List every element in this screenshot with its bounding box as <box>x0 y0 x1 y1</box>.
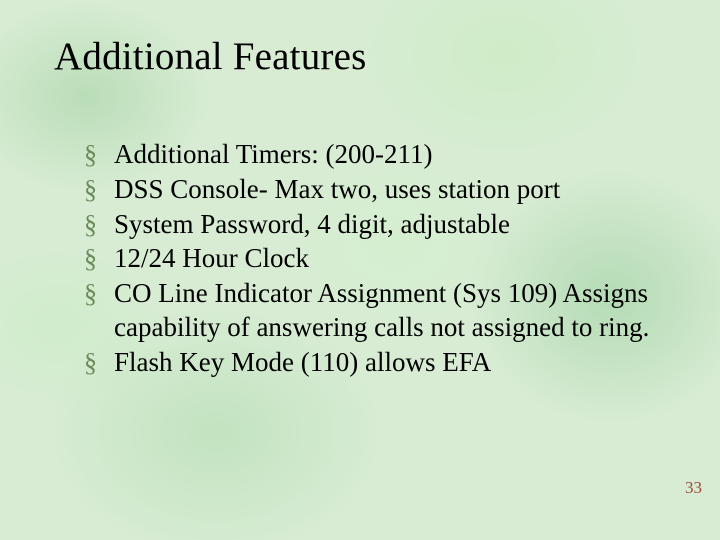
list-item-text: Additional Timers: (200-211) <box>114 138 660 172</box>
slide: Additional Features § Additional Timers:… <box>0 0 720 540</box>
slide-body: § Additional Timers: (200-211) § DSS Con… <box>84 138 660 380</box>
list-item-text: CO Line Indicator Assignment (Sys 109) A… <box>114 277 660 345</box>
page-number: 33 <box>685 478 702 498</box>
list-item-text: System Password, 4 digit, adjustable <box>114 208 660 242</box>
list-item: § 12/24 Hour Clock <box>84 242 660 276</box>
list-item: § DSS Console- Max two, uses station por… <box>84 173 660 207</box>
bullet-icon: § <box>84 277 114 310</box>
list-item-text: 12/24 Hour Clock <box>114 242 660 276</box>
bullet-icon: § <box>84 208 114 241</box>
list-item-text: Flash Key Mode (110) allows EFA <box>114 346 660 380</box>
bullet-icon: § <box>84 138 114 171</box>
bullet-icon: § <box>84 346 114 379</box>
slide-title: Additional Features <box>54 34 367 79</box>
list-item: § Flash Key Mode (110) allows EFA <box>84 346 660 380</box>
list-item: § System Password, 4 digit, adjustable <box>84 208 660 242</box>
bullet-icon: § <box>84 242 114 275</box>
list-item-text: DSS Console- Max two, uses station port <box>114 173 660 207</box>
list-item: § Additional Timers: (200-211) <box>84 138 660 172</box>
list-item: § CO Line Indicator Assignment (Sys 109)… <box>84 277 660 345</box>
bullet-icon: § <box>84 173 114 206</box>
